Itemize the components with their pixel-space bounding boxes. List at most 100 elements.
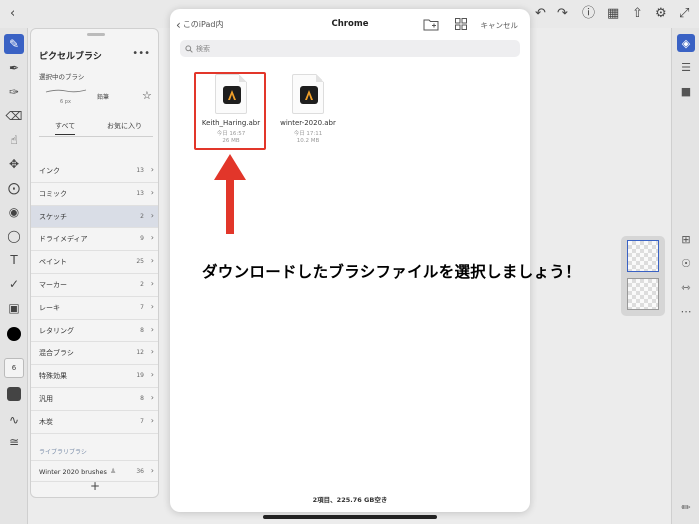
panel-grab-handle[interactable] [87,33,105,36]
category-name: 混合ブラシ [39,349,74,358]
instruction-caption: ダウンロードしたブラシファイルを選択しましょう！ [202,263,581,281]
image-tool-icon[interactable]: ▣ [4,298,24,318]
category-name: 木炭 [39,417,53,426]
category-count: 12 [136,349,144,357]
brush-category-row[interactable]: レタリング 8 › [31,320,158,343]
chevron-right-icon: › [150,256,154,266]
dialog-title: Chrome [331,19,369,29]
eraser-tool-icon[interactable]: ⌫ [4,106,24,126]
chevron-right-icon: › [150,233,154,243]
brush-category-row[interactable]: 木炭 7 › [31,411,158,434]
redo-icon[interactable]: ↷ [557,6,568,22]
cancel-button[interactable]: キャンセル [481,20,519,31]
home-indicator [263,515,437,519]
grid-view-icon[interactable] [453,17,469,31]
shared-user-icon: ♟ [110,467,117,475]
tab-all[interactable]: すべて [55,121,76,135]
file-name: winter-2020.abr [280,119,336,127]
category-count: 7 [140,417,144,425]
properties-icon[interactable]: ☰ [677,58,695,76]
chevron-right-icon: › [150,392,154,402]
brush-stroke-preview [45,89,87,93]
more-icon[interactable]: ⋯ [677,302,695,320]
layers-panel-icon[interactable]: ◈ [677,34,695,52]
current-brush-name: 鉛筆 [97,94,110,101]
pencil-icon[interactable]: ✏ [677,498,695,516]
move-tool-icon[interactable]: ✥ [4,154,24,174]
category-count: 19 [136,372,144,380]
highlight-box [194,72,266,150]
category-count: 13 [136,167,144,174]
brush-category-row[interactable]: インク 13 › [31,160,158,183]
chevron-right-icon: › [150,324,154,334]
brush-category-row[interactable]: レーキ 7 › [31,297,158,320]
help-icon[interactable]: ⓘ [582,6,595,22]
brush-category-row[interactable]: スケッチ 2 › [31,205,158,229]
category-count: 8 [140,394,144,402]
brush-tabs: すべて お気に入り [39,119,153,137]
current-brush-label: 選択中のブラシ [39,73,85,81]
red-arrow-icon [214,154,246,234]
shape-tool-icon[interactable]: ◯ [4,226,24,246]
brush-category-row[interactable]: 混合ブラシ 12 › [31,342,158,366]
stroke-style-icon[interactable]: ∿ [4,410,24,430]
brush-size-indicator[interactable]: 6 [4,358,24,378]
merge-layer-icon[interactable]: ⇿ [677,278,695,296]
current-brush-size: 6 px [60,99,71,105]
pixel-brush-tool-icon[interactable]: ✎ [4,34,24,54]
favorite-star-icon[interactable]: ☆ [142,89,152,102]
category-count: 2 [140,280,144,288]
chevron-right-icon: › [150,370,154,380]
search-icon [185,44,193,53]
opacity-swatch[interactable] [4,384,24,404]
smudge-tool-icon[interactable]: ☝ [4,130,24,150]
brush-category-row[interactable]: 汎用 8 › [31,388,158,411]
add-layer-icon[interactable]: ⊞ [677,230,695,248]
undo-icon[interactable]: ↶ [535,6,546,22]
search-bar[interactable] [180,40,520,57]
new-folder-icon[interactable] [423,17,439,31]
eyedropper-tool-icon[interactable]: ✓ [4,274,24,294]
category-name: スケッチ [39,212,67,221]
color-swatch[interactable] [4,324,24,344]
category-count: 13 [136,189,144,197]
fill-tool-icon[interactable]: ◉ [4,202,24,222]
more-options-icon[interactable]: ••• [132,48,150,59]
brush-category-row[interactable]: 特殊効果 19 › [31,365,158,388]
live-brush-tool-icon[interactable]: ✒ [4,58,24,78]
layers-menu-icon[interactable]: ▦ [607,6,619,22]
comment-icon[interactable]: ■ [677,82,695,100]
text-tool-icon[interactable]: T [4,250,24,270]
chevron-right-icon: › [150,187,154,197]
category-name: 特殊効果 [39,372,67,381]
category-name: コミック [39,189,67,198]
storage-status: 2項目、225.76 GB空き [312,496,388,504]
lasso-tool-icon[interactable]: ⨀ [4,178,24,198]
brush-category-row[interactable]: ドライメディア 9 › [31,228,158,252]
file-item-winter-2020[interactable]: winter-2020.abr 今日 17:11 10.2 MB [272,71,344,151]
visibility-icon[interactable]: ☉ [677,254,695,272]
share-icon[interactable]: ⇧ [632,6,643,22]
category-count: 2 [140,212,144,220]
file-date: 今日 17:11 [293,131,323,137]
right-strip: ◈ ☰ ■ ⊞ ☉ ⇿ ⋯ ✏ [671,28,699,524]
file-document-icon [292,74,324,114]
add-brush-icon[interactable]: + [90,479,100,493]
vector-brush-tool-icon[interactable]: ✑ [4,82,24,102]
brush-category-row[interactable]: ペイント 25 › [31,251,158,274]
layer-thumbnail[interactable] [627,278,659,310]
category-count: 8 [140,326,144,334]
category-name: ペイント [39,258,67,267]
tab-favorites[interactable]: お気に入り [107,121,142,131]
brush-category-row[interactable]: コミック 13 › [31,183,158,206]
search-input[interactable] [196,44,496,53]
brush-settings-icon[interactable]: ≅ [4,432,24,452]
fullscreen-icon[interactable]: ⤢ [679,6,689,22]
brush-category-row[interactable]: マーカー 2 › [31,274,158,297]
gear-icon[interactable]: ⚙ [655,6,667,22]
library-item-name: Winter 2020 brushes [39,468,107,476]
back-chevron-icon[interactable]: ‹ [10,6,15,22]
brush-panel: ピクセルブラシ ••• 選択中のブラシ 6 px 鉛筆 ☆ すべて お気に入り … [30,28,159,498]
tool-strip: ✎ ✒ ✑ ⌫ ☝ ✥ ⨀ ◉ ◯ T ✓ ▣ 6 ∿ ≅ [0,28,28,524]
layer-thumbnail-active[interactable] [627,240,659,272]
